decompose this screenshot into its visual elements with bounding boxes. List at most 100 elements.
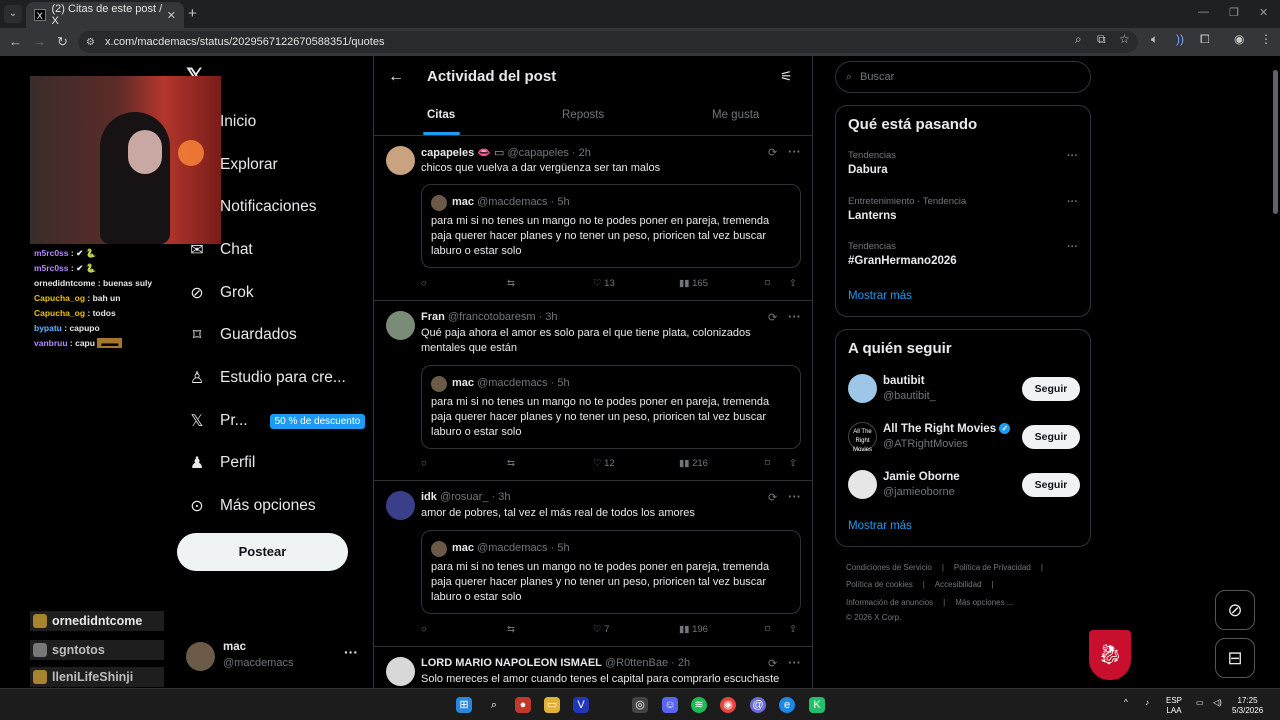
views-count[interactable]: ▮▮ 165 xyxy=(679,278,708,289)
new-tab-button[interactable]: + xyxy=(188,5,197,22)
site-info-icon[interactable]: ⚙ xyxy=(86,37,95,48)
reply-icon[interactable]: ○ xyxy=(421,458,427,469)
post[interactable]: idk @rosuar_ · 3h ⟳ ··· amor de pobres, … xyxy=(374,481,812,647)
edge-icon[interactable]: e xyxy=(779,697,795,713)
footer-link[interactable]: Condiciones de Servicio xyxy=(846,563,932,572)
grok-icon[interactable]: ⟳ xyxy=(768,657,777,670)
spotify-icon[interactable]: ≋ xyxy=(691,697,707,713)
footer-link[interactable]: Información de anuncios xyxy=(846,598,933,607)
scrollbar-thumb[interactable] xyxy=(1273,70,1278,214)
grok-fab-icon[interactable]: ⊘ xyxy=(1215,590,1255,630)
discord-icon[interactable]: ☺ xyxy=(662,697,678,713)
minimize-icon[interactable]: — xyxy=(1198,6,1209,18)
more-icon[interactable]: ··· xyxy=(788,655,801,670)
app-icon-shell[interactable]: @ xyxy=(750,697,766,713)
share-icon[interactable]: ⇧ xyxy=(789,458,797,469)
post[interactable]: LORD MARIO NAPOLEON ISMAEL @R0ttenBae · … xyxy=(374,647,812,688)
zoom-icon[interactable]: ⌕ xyxy=(1075,32,1082,47)
app-icon-v[interactable]: V xyxy=(573,697,589,713)
chrome-menu-icon[interactable]: ⋮ xyxy=(1260,32,1272,46)
more-icon[interactable]: ··· xyxy=(788,489,801,504)
show-more-link[interactable]: Mostrar más xyxy=(848,520,912,532)
close-tab-icon[interactable]: ✕ xyxy=(167,9,176,22)
address-bar[interactable]: ⚙ x.com/macdemacs/status/202956712267058… xyxy=(78,31,1138,53)
file-explorer-icon[interactable]: ▭ xyxy=(544,697,560,713)
browser-tab[interactable]: X (2) Citas de este post / X ✕ xyxy=(26,2,184,28)
grok-icon[interactable]: ⟳ xyxy=(768,491,777,504)
more-icon[interactable]: ··· xyxy=(788,144,801,159)
follow-suggestion[interactable]: bautibit @bautibit_ Seguir xyxy=(848,374,1080,406)
more-icon[interactable]: ··· xyxy=(788,309,801,324)
obs-icon[interactable]: ◎ xyxy=(632,697,648,713)
views-count[interactable]: ▮▮ 216 xyxy=(679,458,708,469)
footer-link[interactable]: Más opciones ... xyxy=(955,598,1013,607)
bookmark-icon[interactable]: ⌑ xyxy=(765,624,770,635)
tab-me-gusta[interactable]: Me gusta xyxy=(712,109,759,121)
quoted-post[interactable]: mac @macdemacs · 5h para mi si no tenes … xyxy=(421,184,801,268)
sidebar-item-grok[interactable]: ⊘ Grok xyxy=(186,277,253,309)
install-app-icon[interactable]: ⧉ xyxy=(1097,32,1106,47)
back-icon[interactable]: ← xyxy=(9,34,22,49)
extensions-icon[interactable]: ⧠ xyxy=(1200,32,1210,47)
sidebar-item-perfil[interactable]: ♟ Perfil xyxy=(186,447,256,479)
clock[interactable]: 17:25 5/3/2026 xyxy=(1232,696,1263,716)
search-input[interactable]: ⌕ Buscar xyxy=(835,61,1091,93)
like-button[interactable]: ♡ 7 xyxy=(593,624,609,635)
show-more-link[interactable]: Mostrar más xyxy=(848,290,912,302)
quoted-post[interactable]: mac @macdemacs · 5h para mi si no tenes … xyxy=(421,365,801,449)
sidebar-item-estudio[interactable]: ♙ Estudio para cre... xyxy=(186,362,346,394)
sidebar-item-premium[interactable]: 𝕏 Pr... 50 % de descuento xyxy=(186,405,366,437)
like-button[interactable]: ♡ 13 xyxy=(593,278,615,289)
back-arrow-icon[interactable]: ← xyxy=(388,68,404,86)
reply-icon[interactable]: ○ xyxy=(421,278,427,289)
window-close-icon[interactable]: ✕ xyxy=(1259,6,1268,19)
follow-button[interactable]: Seguir xyxy=(1022,377,1080,401)
footer-link[interactable]: Accesibilidad xyxy=(935,580,982,589)
tray-chevron-icon[interactable]: ^ xyxy=(1124,698,1128,708)
share-icon[interactable]: ⇧ xyxy=(789,278,797,289)
views-count[interactable]: ▮▮ 196 xyxy=(679,624,708,635)
chrome-icon[interactable]: ◉ xyxy=(720,697,736,713)
follow-suggestion[interactable]: Jamie Oborne @jamieoborne Seguir xyxy=(848,470,1080,502)
trend-item[interactable]: Entretenimiento · Tendencia Lanterns ··· xyxy=(848,196,1078,222)
bookmark-icon[interactable]: ⌑ xyxy=(765,278,770,289)
more-icon[interactable]: ··· xyxy=(1067,150,1078,162)
taskbar-search-icon[interactable]: ⌕ xyxy=(486,697,502,713)
filter-icon[interactable]: ⚟ xyxy=(780,68,793,85)
footer-link[interactable]: Política de cookies xyxy=(846,580,913,589)
sidebar-item-mas-opciones[interactable]: ⊙ Más opciones xyxy=(186,490,315,522)
forward-icon[interactable]: → xyxy=(33,34,46,49)
trend-item[interactable]: Tendencias Dabura ··· xyxy=(848,150,1078,176)
restore-icon[interactable]: ❐ xyxy=(1229,6,1239,19)
quoted-post[interactable]: mac @macdemacs · 5h para mi si no tenes … xyxy=(421,530,801,614)
account-switcher[interactable]: mac @macdemacs ··· xyxy=(186,640,366,676)
tab-search-dropdown-icon[interactable]: ⌄ xyxy=(4,5,22,23)
follow-button[interactable]: Seguir xyxy=(1022,425,1080,449)
more-icon[interactable]: ··· xyxy=(1067,196,1078,208)
reload-icon[interactable]: ↻ xyxy=(57,34,68,50)
sidebar-item-guardados[interactable]: ⌑ Guardados xyxy=(186,319,297,351)
trend-item[interactable]: Tendencias #GranHermano2026 ··· xyxy=(848,241,1078,267)
tab-citas[interactable]: Citas xyxy=(427,109,455,121)
account-more-icon[interactable]: ··· xyxy=(344,644,358,660)
follow-suggestion[interactable]: All The Right Movies All The Right Movies … xyxy=(848,422,1080,454)
start-icon[interactable]: ⊞ xyxy=(456,697,472,713)
profile-avatar-icon[interactable]: ◉ xyxy=(1234,32,1244,46)
tab-reposts[interactable]: Reposts xyxy=(562,109,604,121)
post[interactable]: Fran @francotobaresm · 3h ⟳ ··· Qué paja… xyxy=(374,301,812,481)
post-button[interactable]: Postear xyxy=(177,533,348,571)
messages-fab-icon[interactable]: ⊟ xyxy=(1215,638,1255,678)
post[interactable]: capapeles 👄 ▭ @capapeles · 2h ⟳ ··· chic… xyxy=(374,136,812,301)
like-button[interactable]: ♡ 12 xyxy=(593,458,615,469)
page-scrollbar[interactable] xyxy=(1271,58,1280,688)
network-icon[interactable]: ▭ xyxy=(1196,698,1204,708)
share-icon[interactable]: ⇧ xyxy=(789,624,797,635)
language-indicator[interactable]: ESP LAA xyxy=(1166,696,1182,716)
mic-icon[interactable]: ♪ xyxy=(1145,698,1149,708)
media-volume-icon[interactable]: 🔈︎ xyxy=(1151,32,1158,47)
grok-icon[interactable]: ⟳ xyxy=(768,146,777,159)
repost-icon[interactable]: ⇆ xyxy=(507,624,515,635)
cast-icon[interactable]: )) xyxy=(1176,32,1184,46)
volume-icon[interactable]: ◁) xyxy=(1213,698,1222,708)
grok-icon[interactable]: ⟳ xyxy=(768,311,777,324)
